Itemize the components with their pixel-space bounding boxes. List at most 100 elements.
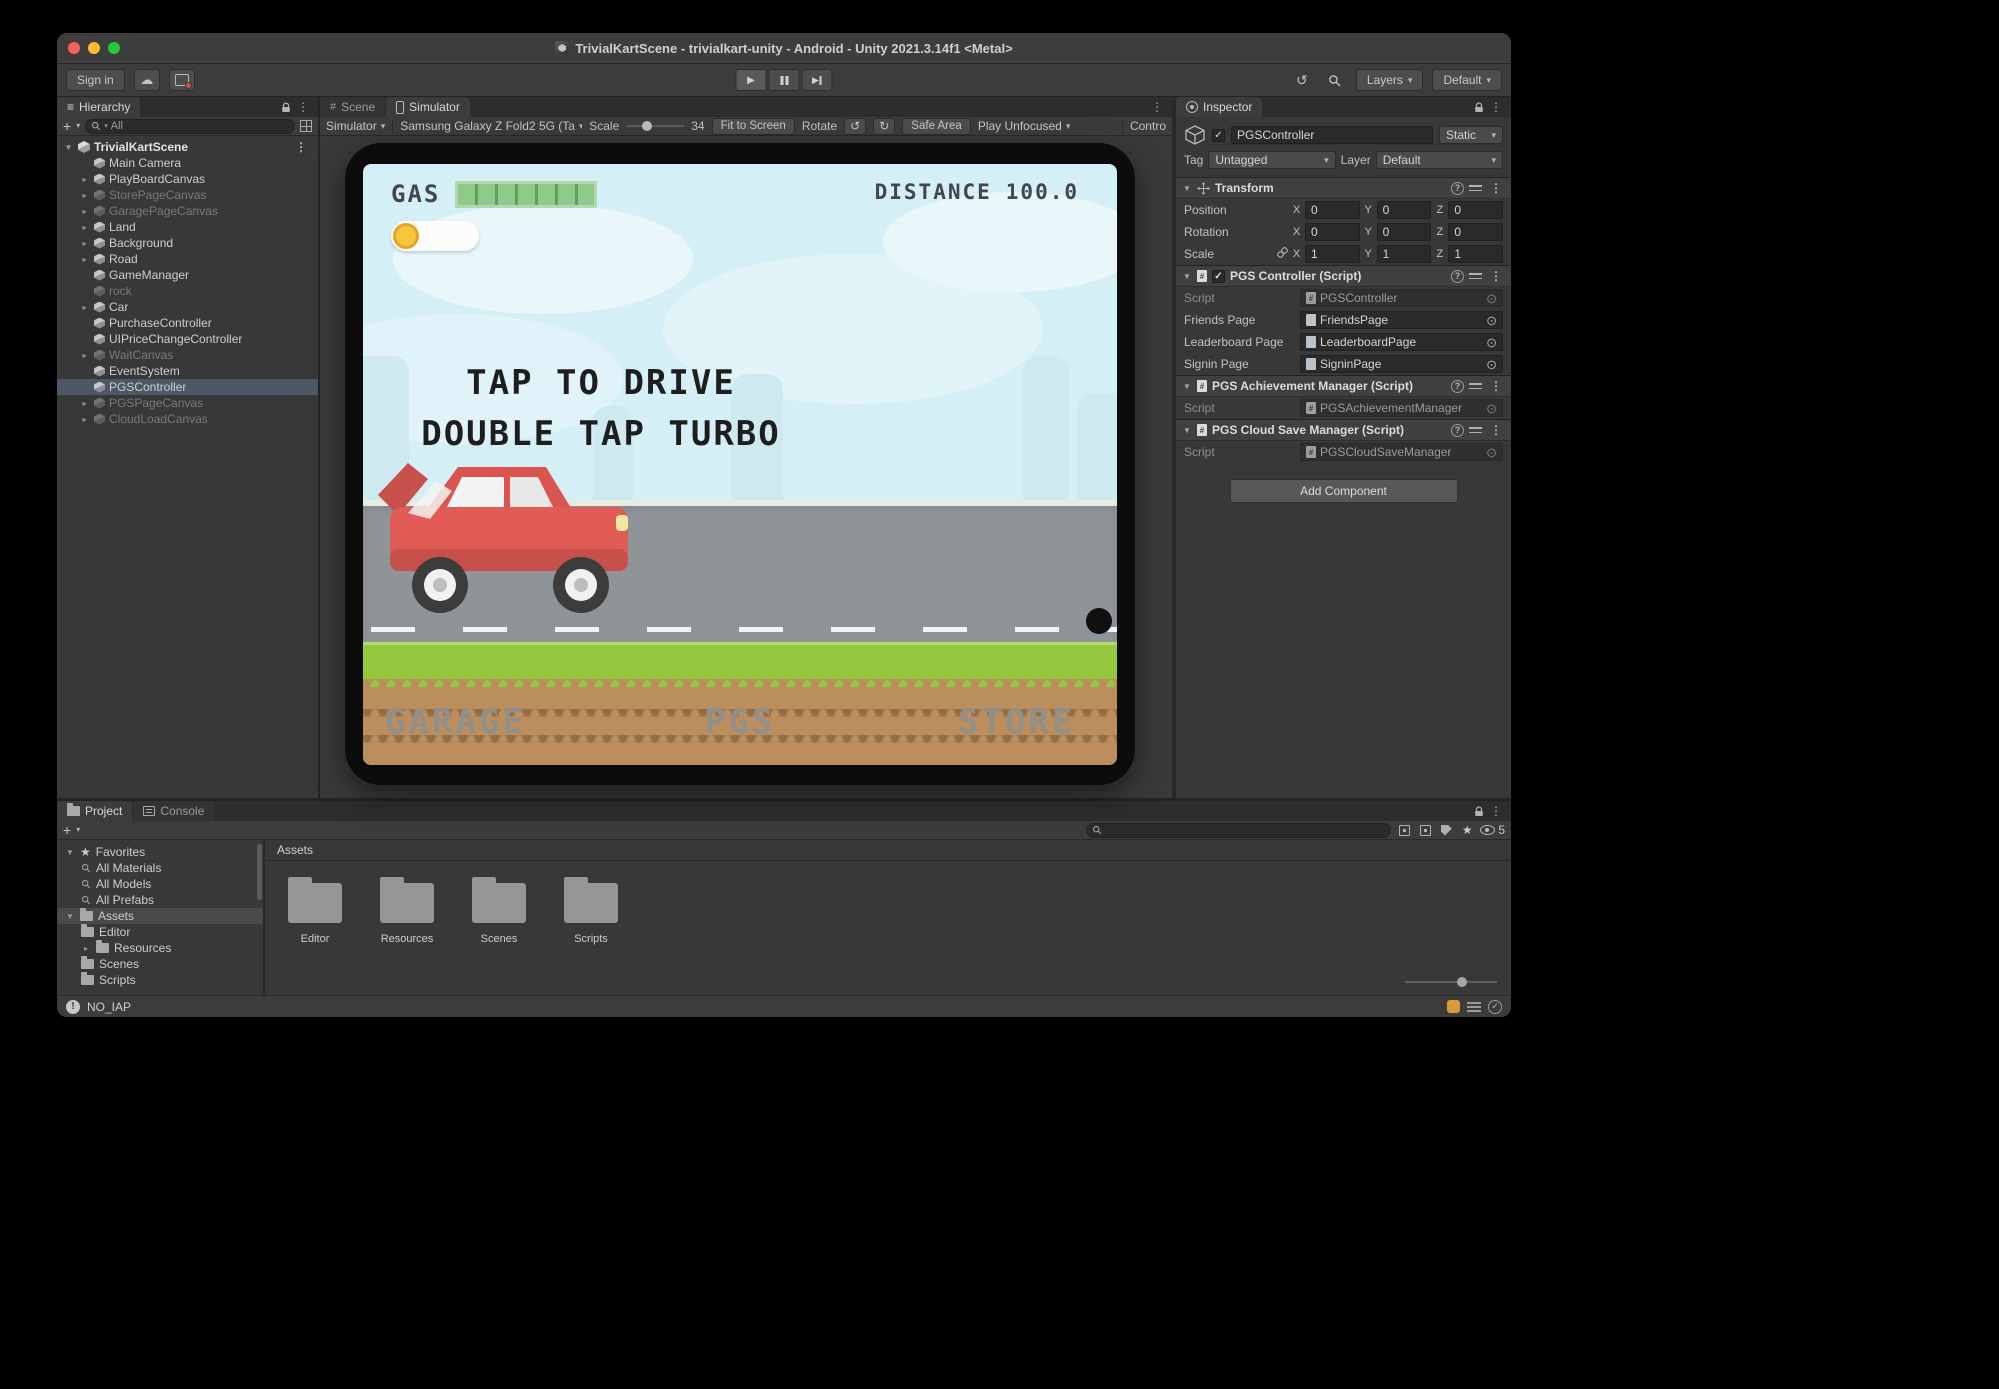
hierarchy-item[interactable]: EventSystem [57, 363, 318, 379]
foldout-open-icon[interactable]: ▼ [65, 848, 75, 857]
foldout-icon[interactable]: ▸ [79, 223, 90, 232]
favorite-search-item[interactable]: All Models [57, 876, 263, 892]
hierarchy-item[interactable]: ▸CloudLoadCanvas [57, 411, 318, 427]
component-enabled-checkbox[interactable]: ✓ [1212, 270, 1225, 283]
version-control-button[interactable] [169, 69, 195, 91]
status-message[interactable]: NO_IAP [87, 1000, 131, 1014]
transform-component-header[interactable]: ▼ Transform ? ⋮ [1176, 177, 1511, 199]
foldout-icon[interactable]: ▸ [81, 944, 91, 953]
play-unfocused-dropdown[interactable]: Play Unfocused▾ [978, 119, 1071, 133]
slider-handle[interactable] [642, 121, 652, 131]
script-object-field[interactable]: PGSAchievementManager⊙ [1300, 399, 1503, 417]
warning-icon[interactable]: ! [66, 1000, 80, 1014]
rotation-x-field[interactable] [1305, 223, 1360, 241]
tab-scene[interactable]: #Scene [320, 97, 385, 117]
hierarchy-item[interactable]: ▸StorePageCanvas [57, 187, 318, 203]
tab-project[interactable]: Project [57, 801, 132, 821]
hierarchy-item[interactable]: ▸WaitCanvas [57, 347, 318, 363]
hierarchy-item[interactable]: GameManager [57, 267, 318, 283]
presets-icon[interactable] [1469, 425, 1482, 436]
coin-toggle[interactable] [391, 221, 479, 251]
folder-item[interactable]: Scenes [467, 875, 531, 945]
garage-button[interactable]: GARAGE [385, 702, 526, 742]
zoom-window-button[interactable] [108, 42, 120, 54]
foldout-icon[interactable]: ▸ [79, 239, 90, 248]
step-button[interactable]: ▶ [802, 69, 833, 91]
foldout-icon[interactable]: ▸ [79, 255, 90, 264]
foldout-icon[interactable]: ▸ [79, 351, 90, 360]
signin-page-object-field[interactable]: SigninPage⊙ [1300, 355, 1503, 373]
presets-icon[interactable] [1469, 271, 1482, 282]
foldout-icon[interactable]: ▸ [79, 415, 90, 424]
scale-z-field[interactable] [1448, 245, 1503, 263]
favorite-search-item[interactable]: All Prefabs [57, 892, 263, 908]
scene-picker-icon[interactable] [300, 120, 312, 132]
create-button[interactable]: + [63, 823, 71, 837]
foldout-icon[interactable]: ▸ [79, 399, 90, 408]
link-scale-icon[interactable] [1277, 247, 1288, 261]
foldout-open-icon[interactable]: ▼ [63, 143, 74, 152]
presets-icon[interactable] [1469, 381, 1482, 392]
foldout-open-icon[interactable]: ▼ [1182, 382, 1192, 391]
hierarchy-item[interactable]: PurchaseController [57, 315, 318, 331]
assets-root-row[interactable]: ▼Assets [57, 908, 263, 924]
friends-page-object-field[interactable]: FriendsPage⊙ [1300, 311, 1503, 329]
thumbnail-zoom-slider[interactable] [1405, 977, 1497, 987]
folder-item[interactable]: Scripts [559, 875, 623, 945]
object-picker-icon[interactable]: ⊙ [1486, 446, 1497, 459]
safe-area-button[interactable]: Safe Area [902, 118, 971, 135]
lock-icon[interactable] [278, 97, 294, 117]
hierarchy-item[interactable]: ▸PlayBoardCanvas [57, 171, 318, 187]
titlebar[interactable]: TrivialKartScene - trivialkart-unity - A… [57, 33, 1511, 64]
hierarchy-item[interactable]: ▸Car [57, 299, 318, 315]
hierarchy-item[interactable]: rock [57, 283, 318, 299]
inspector-tab[interactable]: Inspector [1176, 97, 1262, 117]
search-filter-caret-icon[interactable]: ▾ [104, 122, 108, 130]
cloud-services-button[interactable]: ☁ [134, 69, 160, 91]
help-icon[interactable]: ? [1451, 270, 1464, 283]
scale-x-field[interactable] [1305, 245, 1360, 263]
sign-in-button[interactable]: Sign in [66, 69, 125, 91]
rotation-y-field[interactable] [1377, 223, 1432, 241]
foldout-open-icon[interactable]: ▼ [1182, 184, 1192, 193]
scale-slider[interactable] [626, 120, 684, 132]
hierarchy-tab[interactable]: ≡ Hierarchy [57, 97, 140, 117]
layers-dropdown[interactable]: Layers▾ [1356, 69, 1424, 91]
store-button[interactable]: STORE [958, 702, 1075, 742]
fit-to-screen-button[interactable]: Fit to Screen [712, 118, 795, 135]
hierarchy-search-input[interactable] [111, 120, 289, 132]
scale-y-field[interactable] [1377, 245, 1432, 263]
leaderboard-page-object-field[interactable]: LeaderboardPage⊙ [1300, 333, 1503, 351]
panel-menu-icon[interactable]: ⋮ [294, 97, 312, 117]
foldout-icon[interactable]: ▸ [79, 207, 90, 216]
pgs-controller-header[interactable]: ▼ ✓ PGS Controller (Script) ? ⋮ [1176, 265, 1511, 287]
pgs-button[interactable]: PGS [705, 702, 775, 742]
simulator-viewport[interactable]: GAS DISTANCE 100.0 TAP TO DRIVE DOUBLE T… [320, 136, 1172, 798]
script-object-field[interactable]: PGSController⊙ [1300, 289, 1503, 307]
game-screen[interactable]: GAS DISTANCE 100.0 TAP TO DRIVE DOUBLE T… [363, 164, 1117, 765]
script-object-field[interactable]: PGSCloudSaveManager⊙ [1300, 443, 1503, 461]
global-search-button[interactable] [1323, 69, 1347, 91]
folder-item[interactable]: Editor [283, 875, 347, 945]
tag-dropdown[interactable]: Untagged▾ [1208, 151, 1335, 169]
hierarchy-item[interactable]: ▸Road [57, 251, 318, 267]
foldout-icon[interactable]: ▸ [79, 175, 90, 184]
create-caret-icon[interactable]: ▾ [76, 826, 80, 834]
favorites-root[interactable]: ▼★Favorites [57, 844, 263, 860]
hierarchy-item-selected[interactable]: PGSController [57, 379, 318, 395]
component-menu-icon[interactable]: ⋮ [1487, 379, 1505, 393]
rotation-z-field[interactable] [1448, 223, 1503, 241]
device-dropdown[interactable]: Samsung Galaxy Z Fold2 5G (Ta▾ [400, 119, 582, 133]
static-dropdown[interactable]: Static▾ [1439, 126, 1503, 144]
project-search[interactable] [1086, 823, 1391, 838]
hierarchy-search[interactable]: ▾ [85, 119, 295, 134]
tab-simulator[interactable]: Simulator [386, 97, 470, 117]
lock-icon[interactable] [1471, 97, 1487, 117]
foldout-icon[interactable]: ▸ [79, 191, 90, 200]
position-y-field[interactable] [1377, 201, 1432, 219]
scene-menu-icon[interactable]: ⋮ [292, 140, 310, 154]
help-icon[interactable]: ? [1451, 424, 1464, 437]
object-picker-icon[interactable]: ⊙ [1486, 314, 1497, 327]
hidden-packages-toggle[interactable]: 5 [1480, 823, 1505, 837]
layout-dropdown[interactable]: Default▾ [1432, 69, 1502, 91]
